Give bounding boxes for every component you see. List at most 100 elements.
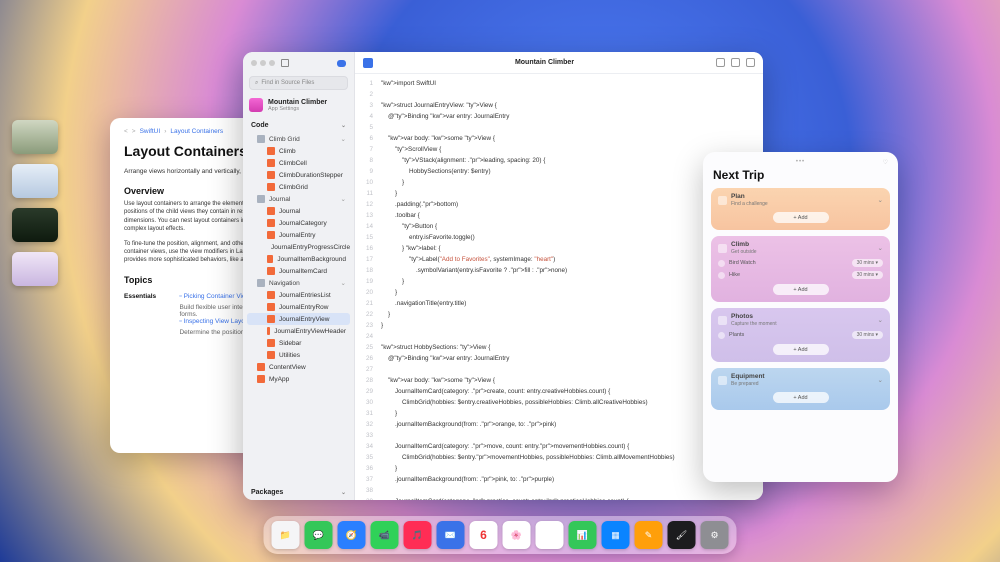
chevron-down-icon[interactable]: ⌄: [878, 244, 883, 252]
stage-thumbnail-outdoor-living[interactable]: [12, 120, 58, 154]
preview-card-photos[interactable]: Photos Capture the moment ⌄ Plants 30 mi…: [711, 308, 890, 362]
file-tree-item[interactable]: ContentView: [247, 361, 350, 373]
card-row[interactable]: Hike 30 mins ▾: [718, 271, 883, 279]
file-tree-item[interactable]: ClimbDurationStepper: [247, 169, 350, 181]
favorite-icon[interactable]: ♡: [883, 159, 888, 166]
packages-section-header[interactable]: Packages⌄: [243, 485, 354, 500]
dock-numbers-icon[interactable]: 📊: [569, 521, 597, 549]
file-tree-item[interactable]: ClimbGrid: [247, 181, 350, 193]
code-editor[interactable]: 1234567891011121314151617181920212223242…: [355, 74, 763, 500]
file-tree-item[interactable]: Journal⌄: [247, 193, 350, 205]
dock-music-icon[interactable]: 🎵: [404, 521, 432, 549]
file-label: JournalEntryView: [279, 316, 329, 323]
search-icon: ⌕: [255, 80, 258, 87]
swift-file-icon: [267, 183, 275, 191]
line-gutter: 1234567891011121314151617181920212223242…: [355, 74, 377, 500]
navigator-icon[interactable]: [281, 59, 289, 67]
add-button[interactable]: + Add: [773, 284, 829, 295]
chevron-down-icon: ⌄: [341, 122, 346, 129]
add-button[interactable]: + Add: [773, 344, 829, 355]
file-label: Navigation: [269, 280, 300, 287]
dock-calendar-icon[interactable]: 6: [470, 521, 498, 549]
file-tree-item[interactable]: JournalEntryViewHeader: [247, 325, 350, 337]
file-tree-item[interactable]: JournalEntryRow: [247, 301, 350, 313]
search-input[interactable]: ⌕ Find in Source Files: [249, 76, 348, 90]
essentials-label: Essentials: [124, 293, 169, 336]
folder-icon: [257, 279, 265, 287]
dock-reminders-icon[interactable]: ≣: [536, 521, 564, 549]
add-button[interactable]: [716, 58, 725, 67]
dock-files-icon[interactable]: 📁: [272, 521, 300, 549]
swift-file-icon: [267, 303, 275, 311]
swift-file-icon: [267, 291, 275, 299]
file-tree-item[interactable]: MyApp: [247, 373, 350, 385]
dock-photos-icon[interactable]: 🌸: [503, 521, 531, 549]
dock-settings-icon[interactable]: ⚙: [701, 521, 729, 549]
crumb-swiftui[interactable]: SwiftUI: [140, 128, 161, 135]
file-tree-item[interactable]: JournalEntriesList: [247, 289, 350, 301]
file-tree-item[interactable]: JournalEntryView: [247, 313, 350, 325]
dock-safari-icon[interactable]: 🧭: [338, 521, 366, 549]
app-icon: [249, 98, 263, 112]
stage-thumbnail-safari-window[interactable]: [12, 164, 58, 198]
file-tree-item[interactable]: JournalItemBackground: [247, 253, 350, 265]
dock-keynote-icon[interactable]: ▦: [602, 521, 630, 549]
nav-forward-icon[interactable]: >: [132, 128, 136, 135]
dock-messages-icon[interactable]: 💬: [305, 521, 333, 549]
file-tree-item[interactable]: Journal: [247, 205, 350, 217]
search-placeholder: Find in Source Files: [261, 80, 314, 86]
file-tree-item[interactable]: JournalCategory: [247, 217, 350, 229]
stage-thumbnail-day3-fitness[interactable]: [12, 208, 58, 242]
file-tree-item[interactable]: JournalEntry: [247, 229, 350, 241]
chevron-down-icon[interactable]: ⌄: [878, 196, 883, 204]
mountain-icon: [718, 244, 727, 253]
file-tree-item[interactable]: Climb: [247, 145, 350, 157]
xcode-editor-area: Mountain Climber 12345678910111213141516…: [355, 52, 763, 500]
file-tree-item[interactable]: Climb Grid⌄: [247, 133, 350, 145]
app-subtitle: App Settings: [268, 106, 327, 112]
hike-icon: [718, 272, 725, 279]
library-button[interactable]: [731, 58, 740, 67]
dock-pages-icon[interactable]: ✎: [635, 521, 663, 549]
add-button[interactable]: + Add: [773, 212, 829, 223]
source-control-icon[interactable]: [337, 60, 346, 67]
preview-card-equip[interactable]: Equipment Be prepared ⌄ + Add: [711, 368, 890, 410]
file-tree-item[interactable]: JournalItemCard: [247, 265, 350, 277]
duration-badge[interactable]: 30 mins ▾: [852, 259, 883, 267]
duration-badge[interactable]: 30 mins ▾: [852, 331, 883, 339]
swift-file-icon: [267, 159, 275, 167]
inspectors-button[interactable]: [746, 58, 755, 67]
run-button[interactable]: [363, 58, 373, 68]
chevron-down-icon: ⌄: [341, 135, 346, 143]
file-tree-item[interactable]: ClimbCell: [247, 157, 350, 169]
leaf-icon: [718, 332, 725, 339]
file-tree-item[interactable]: Navigation⌄: [247, 277, 350, 289]
chevron-down-icon[interactable]: ⌄: [878, 316, 883, 324]
card-row[interactable]: Plants 30 mins ▾: [718, 331, 883, 339]
dock-facetime-icon[interactable]: 📹: [371, 521, 399, 549]
file-label: Journal: [279, 208, 300, 215]
add-button[interactable]: + Add: [773, 392, 829, 403]
chevron-down-icon[interactable]: ⌄: [878, 376, 883, 384]
file-label: MyApp: [269, 376, 289, 383]
file-label: JournalItemBackground: [277, 256, 346, 263]
dock-mail-icon[interactable]: ✉️: [437, 521, 465, 549]
xcode-sidebar: ⌕ Find in Source Files Mountain Climber …: [243, 52, 355, 500]
window-controls[interactable]: [251, 60, 275, 66]
dock-procreate-icon[interactable]: 🖌: [668, 521, 696, 549]
card-row[interactable]: Bird Watch 30 mins ▾: [718, 259, 883, 267]
swift-file-icon: [267, 315, 275, 323]
file-label: ClimbDurationStepper: [279, 172, 343, 179]
stage-thumbnail-notes-app[interactable]: [12, 252, 58, 286]
drag-handle-icon[interactable]: •••: [796, 159, 805, 165]
file-label: ClimbGrid: [279, 184, 308, 191]
preview-card-climb[interactable]: Climb Get outside ⌄ Bird Watch 30 mins ▾…: [711, 236, 890, 302]
file-tree-item[interactable]: JournalEntryProgressCircle: [247, 241, 350, 253]
project-header[interactable]: Mountain Climber App Settings: [243, 96, 354, 118]
file-tree-item[interactable]: Utilities: [247, 349, 350, 361]
code-section-header[interactable]: Code⌄: [243, 118, 354, 133]
duration-badge[interactable]: 30 mins ▾: [852, 271, 883, 279]
nav-back-icon[interactable]: <: [124, 128, 128, 135]
preview-card-plan[interactable]: Plan Find a challenge ⌄ + Add: [711, 188, 890, 230]
file-tree-item[interactable]: Sidebar: [247, 337, 350, 349]
